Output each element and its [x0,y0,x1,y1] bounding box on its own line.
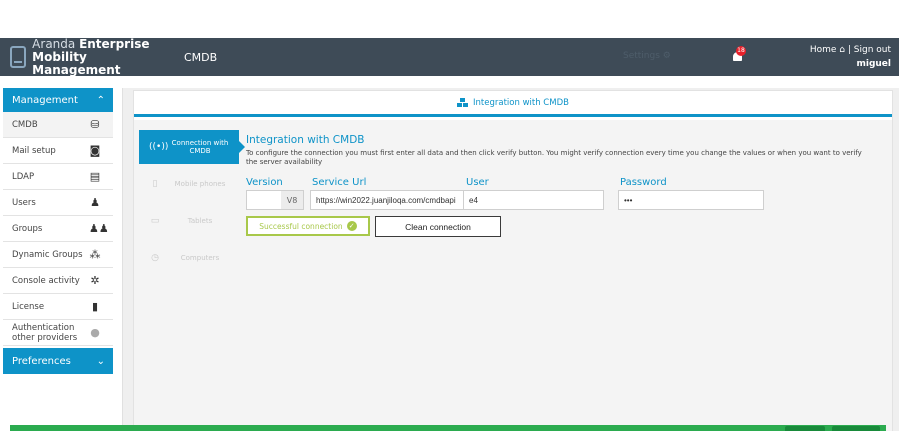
tab-mobile-phones[interactable]: ▯ Mobile phones [139,167,239,201]
sidebar-item-cmdb[interactable]: CMDB ⛁ [3,112,113,138]
tab-connection-cmdb[interactable]: ((•)) Connection with CMDB [139,130,245,164]
form-description: To configure the connection you must fir… [246,149,862,166]
home-link[interactable]: Home [810,45,837,55]
sidebar-section-title: Management [12,94,78,106]
form-title: Integration with CMDB [246,134,365,146]
version-value: V8 [281,191,303,209]
logo-icon [10,46,27,68]
license-icon: ▮ [91,299,99,313]
sidebar-item-label: Dynamic Groups [12,249,83,260]
panel-body: ((•)) Connection with CMDB ▯ Mobile phon… [134,120,892,431]
chevron-up-icon: ⌃ [96,94,105,106]
sidebar-item-label: Users [12,197,36,208]
top-header: Aranda Enterprise Mobility Management CM… [0,36,899,77]
user-icon: ♟ [90,195,100,209]
chevron-down-icon: ⌄ [96,355,105,367]
version-select[interactable]: V8 [246,190,304,210]
sidebar-item-label: License [12,301,45,312]
settings-link[interactable]: Settings ⚙ [623,51,671,61]
module-title: CMDB [184,50,218,64]
version-label: Version [246,177,283,188]
sidebar: Management ⌃ CMDB ⛁ Mail setup ◙ LDAP ▤ … [3,88,113,374]
sidebar-item-users[interactable]: Users ♟ [3,190,113,216]
ldap-icon: ▤ [89,169,101,183]
user-menu: Home ⌂ | Sign out miguel [809,45,891,69]
brand-name-light: Aranda [32,36,80,51]
auth-providers-icon: ● [90,325,100,339]
sidebar-section-preferences[interactable]: Preferences ⌄ [3,348,113,374]
main-area: Integration with CMDB ((•)) Connection w… [122,88,899,431]
brand-logo[interactable]: Aranda Enterprise Mobility Management [0,36,170,77]
sidebar-item-label: CMDB [12,119,38,130]
sidebar-section-title: Preferences [12,355,71,367]
password-label: Password [620,177,667,188]
wireless-icon: ((•)) [149,142,169,152]
password-field[interactable]: ••• [618,190,764,210]
sidebar-item-console-activity[interactable]: Console activity ✲ [3,268,113,294]
gear-icon: ⚙ [662,51,671,61]
sidebar-item-label: Groups [12,223,43,234]
brand-name-bold: Enterprise [79,36,150,51]
footer-button[interactable] [832,426,880,431]
user-field[interactable]: e4 [464,190,604,210]
clean-connection-button[interactable]: Clean connection [375,216,501,237]
connection-form: Integration with CMDB To configure the c… [246,134,886,237]
tab-computers[interactable]: ◷ Computers [139,241,239,275]
mobile-phone-icon: ▯ [152,179,158,189]
service-url-field[interactable]: https://win2022.juanjiloqa.com/cmdbapi [310,190,464,210]
cmdb-icon: ⛁ [90,117,100,131]
sidebar-item-label: LDAP [12,171,35,182]
integration-tabs: ((•)) Connection with CMDB ▯ Mobile phon… [139,130,245,278]
computer-icon: ◷ [151,253,159,263]
mail-setup-icon: ◙ [89,143,101,157]
groups-icon: ♟♟ [89,221,109,235]
sidebar-item-label: Authentication other providers [12,322,78,343]
notifications-button[interactable]: 18 [731,46,746,64]
cmdb-panel: Integration with CMDB ((•)) Connection w… [133,90,893,431]
panel-title: Integration with CMDB [134,91,892,117]
sidebar-item-label: Console activity [12,275,80,286]
signout-link[interactable]: Sign out [854,45,891,55]
verify-connection-button[interactable]: Successful connection ✓ [246,216,370,236]
sidebar-item-auth-providers[interactable]: Authentication other providers ● [3,320,113,346]
sidebar-item-ldap[interactable]: LDAP ▤ [3,164,113,190]
check-icon: ✓ [346,221,357,231]
tablet-icon: ▭ [150,216,160,226]
sidebar-item-groups[interactable]: Groups ♟♟ [3,216,113,242]
brand-name-line2: Mobility Management [32,49,121,77]
footer-button[interactable] [785,426,825,431]
user-label: User [466,177,489,188]
home-icon[interactable]: ⌂ [839,45,845,55]
notification-badge: 18 [736,46,746,56]
sidebar-item-dynamic-groups[interactable]: Dynamic Groups ⁂ [3,242,113,268]
sidebar-item-label: Mail setup [12,145,56,156]
footer-bar [10,425,886,431]
tab-tablets[interactable]: ▭ Tablets [139,204,239,238]
console-activity-icon: ✲ [90,273,100,287]
cmdb-icon [457,98,469,107]
sidebar-item-mail-setup[interactable]: Mail setup ◙ [3,138,113,164]
username-label: miguel [856,59,891,69]
service-url-label: Service Url [312,177,367,188]
sidebar-section-management[interactable]: Management ⌃ [3,88,113,112]
dynamic-groups-icon: ⁂ [89,247,101,261]
sidebar-item-license[interactable]: License ▮ [3,294,113,320]
